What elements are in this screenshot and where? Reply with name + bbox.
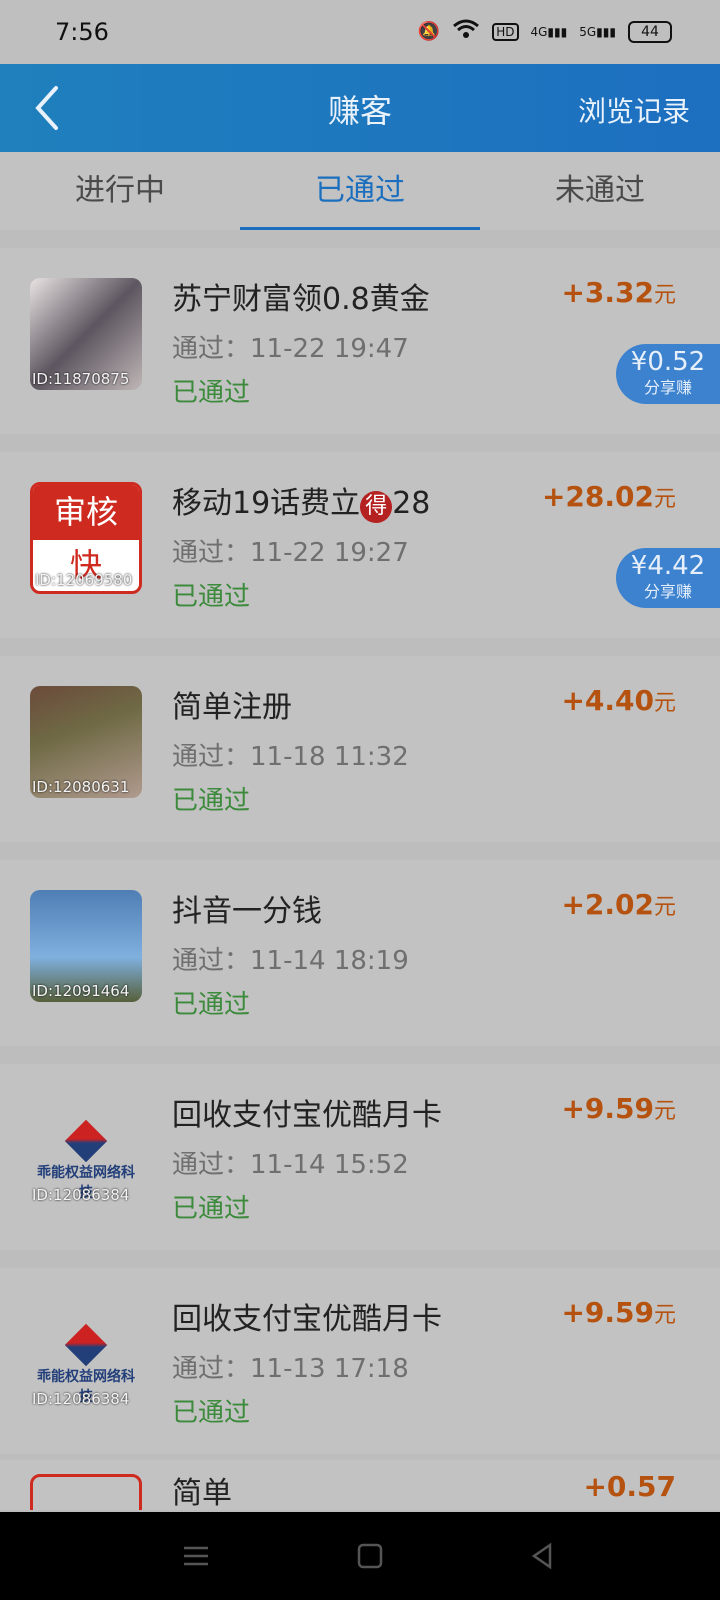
task-status: 已通过 — [172, 378, 251, 408]
4g-signal-icon: 4G▮▮▮ — [530, 24, 568, 39]
task-status: 已通过 — [172, 1398, 251, 1428]
logo-top-text: 审核 — [33, 485, 139, 541]
list-item[interactable]: ID:12080631 简单注册 通过：11-18 11:32 已通过 +4.4… — [0, 656, 720, 842]
task-amount: +28.02元 — [542, 480, 676, 513]
dei-badge: 得 — [360, 491, 393, 523]
logo-mark-icon — [64, 1119, 108, 1163]
task-thumbnail: ID:12080631 — [30, 686, 142, 798]
task-amount: +9.59元 — [561, 1296, 676, 1329]
task-name: 回收支付宝优酷月卡 — [172, 1098, 442, 1133]
share-value: ¥0.52 — [630, 347, 706, 377]
task-amount: +3.32元 — [561, 276, 676, 309]
list-item[interactable]: ID:11870875 苏宁财富领0.8黄金 通过：11-22 19:47 已通… — [0, 248, 720, 434]
home-icon[interactable] — [354, 1540, 386, 1572]
task-thumbnail: ID:11870875 — [30, 278, 142, 390]
task-name: 苏宁财富领0.8黄金 — [172, 282, 430, 317]
hd-icon: HD — [492, 22, 519, 41]
task-amount: +4.40元 — [561, 684, 676, 717]
task-list: ID:11870875 苏宁财富领0.8黄金 通过：11-22 19:47 已通… — [0, 248, 720, 1472]
amount-unit: 元 — [653, 1303, 676, 1328]
battery-level: 44 — [641, 23, 659, 40]
list-item[interactable]: 审核 快 ID:12069580 移动19话费立得 28 通过：11-22 19:… — [0, 452, 720, 638]
amount-unit: 元 — [653, 487, 676, 512]
tab-bar: 进行中 已通过 未通过 — [0, 152, 720, 230]
list-item[interactable]: 乖能权益网络科技 ID:12086384 回收支付宝优酷月卡 通过：11-13 … — [0, 1268, 720, 1454]
task-date: 通过：11-18 11:32 — [172, 742, 409, 772]
amount-unit: 元 — [653, 1099, 676, 1124]
task-id: ID:12086384 — [32, 1390, 130, 1408]
task-date: 通过：11-14 15:52 — [172, 1150, 409, 1180]
wifi-icon — [452, 18, 480, 45]
back-nav-icon[interactable] — [526, 1540, 558, 1572]
share-earn-button[interactable]: ¥0.52 分享赚 — [616, 344, 720, 404]
status-time: 7:56 — [55, 18, 109, 46]
amount-value: +9.59 — [561, 1092, 654, 1125]
task-amount: +0.57 — [583, 1470, 676, 1503]
task-id: ID:12069580 — [35, 571, 133, 589]
task-name: 移动19话费立得 28 — [172, 478, 430, 523]
list-item[interactable]: ID:12091464 抖音一分钱 通过：11-14 18:19 已通过 +2.… — [0, 860, 720, 1046]
task-status: 已通过 — [172, 990, 251, 1020]
amount-value: +2.02 — [561, 888, 654, 921]
battery-icon: 44 — [628, 20, 672, 43]
task-date: 通过：11-22 19:47 — [172, 334, 409, 364]
status-icons: 🔕 HD 4G▮▮▮ 5G▮▮▮ 44 — [418, 18, 672, 45]
task-name-part: 移动19话费立 — [172, 486, 361, 521]
task-thumbnail: 审核 快 ID:12069580 — [30, 482, 142, 594]
task-date: 通过：11-13 17:18 — [172, 1354, 409, 1384]
task-thumbnail: ID:12091464 — [30, 890, 142, 1002]
task-status: 已通过 — [172, 786, 251, 816]
status-bar: 7:56 🔕 HD 4G▮▮▮ 5G▮▮▮ 44 — [0, 0, 720, 64]
task-name: 抖音一分钱 — [172, 894, 322, 929]
system-nav-bar — [0, 1512, 720, 1600]
amount-unit: 元 — [653, 895, 676, 920]
task-id: ID:12091464 — [32, 982, 130, 1000]
amount-value: +9.59 — [561, 1296, 654, 1329]
task-status: 已通过 — [172, 1194, 251, 1224]
menu-icon[interactable] — [180, 1540, 212, 1572]
list-item[interactable]: 乖能权益网络科技 ID:12086384 回收支付宝优酷月卡 通过：11-14 … — [0, 1064, 720, 1250]
task-name-part: 28 — [392, 486, 431, 521]
task-amount: +9.59元 — [561, 1092, 676, 1125]
share-value: ¥4.42 — [630, 551, 706, 581]
browse-history-button[interactable]: 浏览记录 — [578, 90, 690, 130]
task-name: 简单 — [172, 1476, 232, 1510]
task-id: ID:12080631 — [32, 778, 130, 796]
share-earn-button[interactable]: ¥4.42 分享赚 — [616, 548, 720, 608]
task-id: ID:12086384 — [32, 1186, 130, 1204]
amount-unit: 元 — [653, 283, 676, 308]
amount-value: +4.40 — [561, 684, 654, 717]
share-label: 分享赚 — [643, 378, 692, 397]
task-name: 简单注册 — [172, 690, 292, 725]
task-id: ID:11870875 — [32, 370, 130, 388]
task-date: 通过：11-14 18:19 — [172, 946, 409, 976]
amount-value: +28.02 — [541, 480, 654, 513]
mute-icon: 🔕 — [417, 21, 441, 42]
logo-mark-icon — [64, 1323, 108, 1367]
tab-passed[interactable]: 已通过 — [240, 152, 480, 230]
task-thumbnail: 乖能权益网络科技 ID:12086384 — [30, 1094, 142, 1206]
5g-signal-icon: 5G▮▮▮ — [579, 24, 616, 39]
task-name: 回收支付宝优酷月卡 — [172, 1302, 442, 1337]
tab-failed[interactable]: 未通过 — [480, 152, 720, 230]
amount-value: +3.32 — [561, 276, 654, 309]
task-status: 已通过 — [172, 582, 251, 612]
list-item-partial[interactable]: 简单 +0.57 — [0, 1460, 720, 1510]
amount-unit: 元 — [653, 691, 676, 716]
task-amount: +2.02元 — [561, 888, 676, 921]
task-thumbnail: 乖能权益网络科技 ID:12086384 — [30, 1298, 142, 1410]
task-thumbnail — [30, 1474, 142, 1510]
share-label: 分享赚 — [643, 582, 692, 601]
app-bar: 赚客 浏览记录 — [0, 64, 720, 152]
task-date: 通过：11-22 19:27 — [172, 538, 409, 568]
tab-in-progress[interactable]: 进行中 — [0, 152, 240, 230]
